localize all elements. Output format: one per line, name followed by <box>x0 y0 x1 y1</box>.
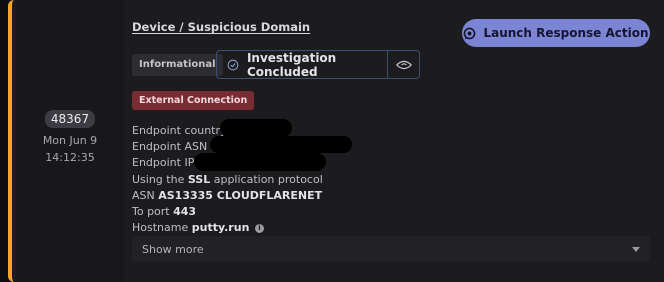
redaction-block <box>194 153 326 172</box>
detail-endpoint-ip: Endpoint IP <box>132 153 452 172</box>
launch-response-action-button[interactable]: Launch Response Action <box>462 19 650 47</box>
show-more-label: Show more <box>142 242 204 256</box>
status-label: Investigation Concluded <box>246 50 337 79</box>
alert-meta-column: 48367 Mon Jun 9 14:12:35 <box>16 0 124 282</box>
alert-card: 48367 Mon Jun 9 14:12:35 Device / Suspic… <box>8 0 664 282</box>
check-circle-icon <box>227 59 239 70</box>
detail-protocol: Using the SSL application protocol <box>132 172 323 186</box>
chevron-down-icon <box>632 246 640 252</box>
external-connection-tag: External Connection <box>132 91 255 110</box>
alert-date: Mon Jun 9 <box>42 134 98 147</box>
info-icon[interactable]: i <box>254 224 264 234</box>
eye-icon <box>395 60 412 69</box>
alert-content: Device / Suspicious Domain Launch Respon… <box>132 0 654 282</box>
view-status-button[interactable] <box>387 51 419 78</box>
detail-asn: ASN AS13335 CLOUDFLARENET <box>132 188 323 202</box>
redaction-block <box>210 136 352 154</box>
detail-hostname: Hostname putty.run i <box>132 220 452 236</box>
alert-title-link[interactable]: Device / Suspicious Domain <box>132 20 310 34</box>
alert-time: 14:12:35 <box>45 151 95 164</box>
chat-bubble-icon <box>464 27 476 39</box>
detail-port: To port 443 <box>132 204 197 218</box>
status-dropdown[interactable]: Investigation Concluded <box>217 50 387 79</box>
alert-details: Endpoint country Endpoint ASN Endpoint I… <box>132 119 452 236</box>
incident-id-badge[interactable]: 48367 <box>44 110 96 128</box>
status-control: Investigation Concluded <box>216 50 420 79</box>
severity-badge: Informational <box>132 54 223 76</box>
launch-button-label: Launch Response Action <box>483 26 649 40</box>
show-more-toggle[interactable]: Show more <box>132 236 650 262</box>
redaction-block <box>220 119 292 137</box>
